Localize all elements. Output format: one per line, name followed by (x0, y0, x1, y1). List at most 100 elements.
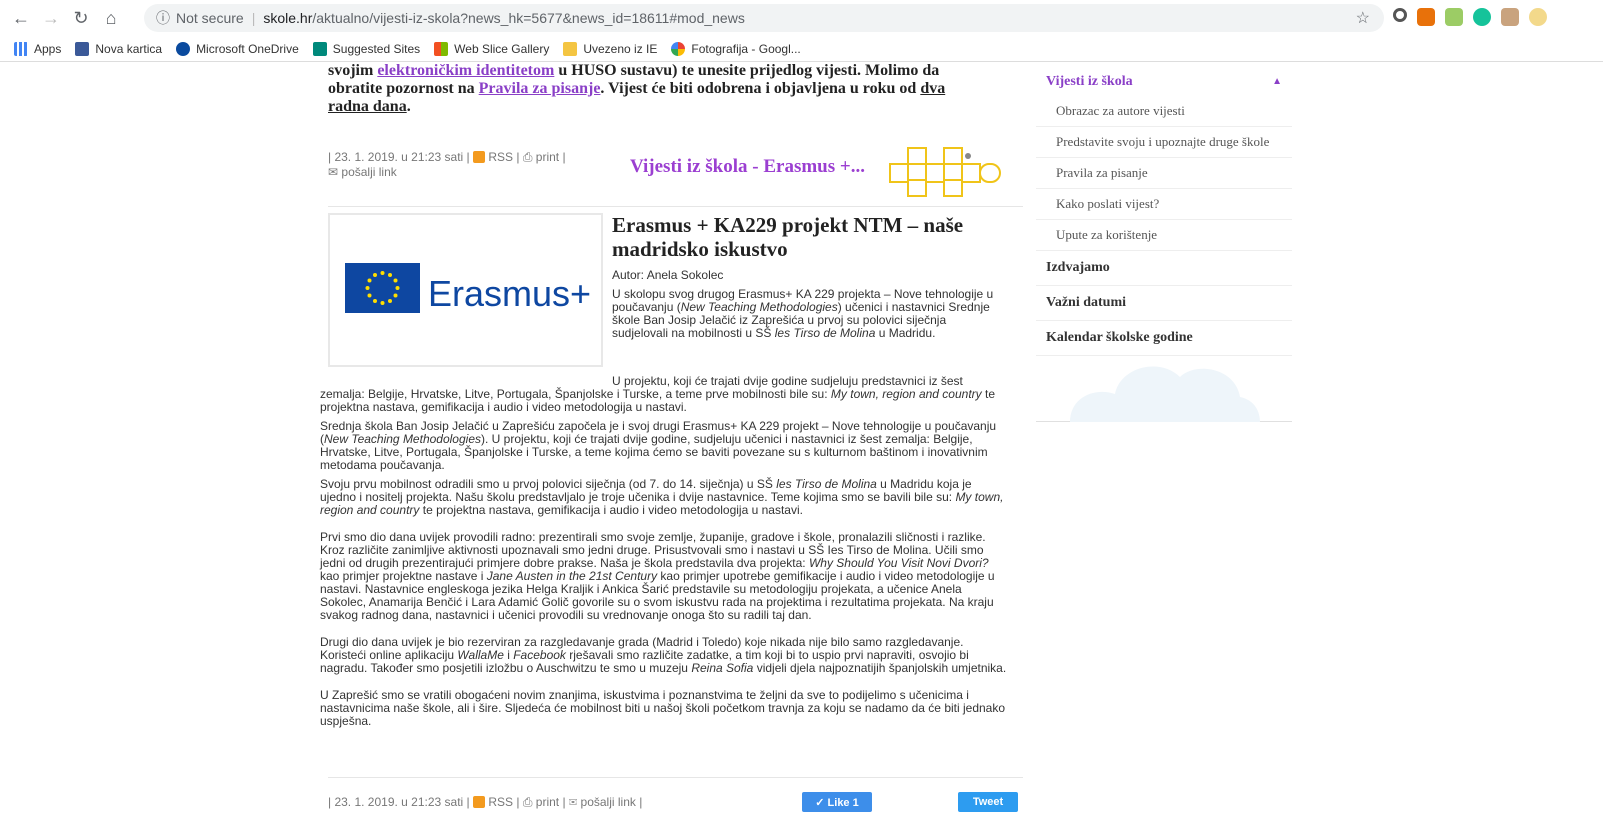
intro-text: . Vijest će biti odobrena i objavljena u… (600, 80, 921, 97)
extension-pdf-icon[interactable] (1501, 8, 1519, 26)
bookmark-star-icon[interactable]: ☆ (1356, 8, 1370, 28)
article-body: U projektu, koji će trajati dvije godine… (320, 375, 1008, 734)
print-link[interactable]: | ⎙ print | (516, 150, 565, 164)
bookmark-nova-kartica[interactable]: Nova kartica (75, 41, 162, 56)
tweet-button[interactable]: Tweet (958, 792, 1018, 812)
text: i (503, 648, 514, 662)
sidebar-item-izdvajamo[interactable]: Izdvajamo (1036, 251, 1292, 286)
extension-grammarly-icon[interactable] (1473, 8, 1491, 26)
bookmark-favicon-icon (75, 41, 90, 56)
extensions (1393, 8, 1547, 26)
rss-icon[interactable] (473, 796, 486, 808)
sidebar-item-kako-poslati[interactable]: Kako poslati vijest? (1036, 189, 1292, 220)
bookmarks-bar: Apps Nova kartica Microsoft OneDrive Sug… (0, 36, 1603, 62)
photos-pinwheel-icon (671, 41, 686, 56)
post-date: | 23. 1. 2019. u 21:23 sati | (328, 150, 470, 164)
text-italic: les Tirso de Molina (776, 477, 877, 491)
browser-toolbar: ← → ↻ ⌂ ⓘ Not secure | skole.hr /aktualn… (0, 0, 1603, 36)
text: vidjeli djela najpoznatijih španjolskih … (753, 661, 1007, 675)
sidebar-item-upute[interactable]: Upute za korištenje (1036, 220, 1292, 251)
back-arrow-icon[interactable]: ← (6, 3, 36, 33)
link-elektronicki-identitet[interactable]: elektroničkim identitetom (377, 62, 554, 79)
rss-icon[interactable] (473, 151, 486, 163)
text: U Zaprešić smo se vratili obogaćeni novi… (320, 688, 1006, 728)
intro-paragraph: svojim elektroničkim identitetom u HUSO … (328, 62, 988, 116)
paragraph: Prvi smo dio dana uvijek provodili radno… (320, 531, 1008, 622)
text-italic: Jane Austen in the 21st Century (486, 569, 658, 583)
rss-link[interactable]: RSS (488, 795, 513, 809)
extension-circle-icon[interactable] (1393, 8, 1407, 22)
intro-text: svojim (328, 62, 378, 79)
divider (328, 777, 1023, 778)
print-link[interactable]: | ⎙ print | (516, 795, 565, 809)
article-lead: U skolopu svog drugog Erasmus+ KA 229 pr… (612, 288, 1002, 340)
text-italic: New Teaching Methodologies (680, 300, 838, 314)
divider (328, 206, 1023, 207)
author-name: Anela Sokolec (646, 268, 724, 282)
sidebar-header-label: Vijesti iz škola (1046, 74, 1133, 89)
paragraph: U Zaprešić smo se vratili obogaćeni novi… (320, 689, 1008, 728)
hopscotch-icon (889, 147, 1001, 197)
link-pravila-za-pisanje[interactable]: Pravila za pisanje (479, 80, 601, 97)
send-link[interactable]: ✉ pošalji link (328, 165, 397, 179)
send-link[interactable]: ✉ pošalji link | (569, 795, 642, 809)
text-italic: Why Should You Visit Novi Dvori? (808, 556, 989, 570)
bing-icon (312, 41, 327, 56)
url-host: skole.hr (263, 10, 313, 26)
extension-orange-icon[interactable] (1417, 8, 1435, 26)
bookmark-label: Uvezeno iz IE (583, 41, 658, 56)
text-italic: My town, region and country (830, 387, 982, 401)
info-icon[interactable]: ⓘ (156, 8, 170, 28)
windows-logo-icon (434, 41, 449, 56)
text-italic: WallaMe (457, 648, 504, 662)
sidebar-item-vazni-datumi[interactable]: Važni datumi (1036, 286, 1292, 321)
author-label: Autor: (612, 268, 645, 282)
bookmark-label: Apps (34, 41, 62, 56)
bookmark-apps[interactable]: Apps (14, 41, 62, 56)
paragraph: U projektu, koji će trajati dvije godine… (320, 375, 1008, 414)
url-divider: | (251, 10, 256, 26)
text-italic: Reina Sofia (691, 661, 754, 675)
collapse-triangle-icon[interactable]: ▲ (1272, 76, 1282, 87)
text: kao primjer projektne nastave i (320, 569, 487, 583)
onedrive-cloud-icon (176, 41, 191, 56)
reload-icon[interactable]: ↻ (66, 3, 96, 33)
promo-title[interactable]: Vijesti iz škola - Erasmus +... (630, 156, 865, 178)
rss-link[interactable]: RSS (488, 150, 513, 164)
meta-row-bottom: | 23. 1. 2019. u 21:23 sati | RSS | ⎙ pr… (328, 795, 642, 810)
article-author: Autor: Anela Sokolec (612, 268, 723, 282)
bookmark-uvezeno[interactable]: Uvezeno iz IE (563, 41, 658, 56)
sidebar-section-vijesti[interactable]: Vijesti iz škola ▲ (1036, 62, 1292, 96)
article-thumbnail[interactable]: Erasmus+ (328, 213, 603, 367)
address-bar[interactable]: ⓘ Not secure | skole.hr /aktualno/vijest… (144, 4, 1384, 32)
text-italic: Facebook (513, 648, 566, 662)
sidebar-item-predstavite[interactable]: Predstavite svoju i upoznajte druge škol… (1036, 127, 1292, 158)
extension-green-icon[interactable] (1445, 8, 1463, 26)
text-italic: les Tirso de Molina (774, 326, 876, 340)
text: u Madridu. (875, 326, 936, 340)
profile-avatar-icon[interactable] (1529, 8, 1547, 26)
sidebar-item-obrazac[interactable]: Obrazac za autore vijesti (1036, 96, 1292, 127)
paragraph: Srednja škola Ban Josip Jelačić u Zapreš… (320, 420, 1008, 472)
facebook-like-button[interactable]: ✓ Like 1 (802, 792, 872, 812)
home-icon[interactable]: ⌂ (96, 3, 126, 33)
apps-grid-icon (14, 41, 28, 56)
folder-icon (563, 41, 578, 56)
bookmark-onedrive[interactable]: Microsoft OneDrive (176, 41, 299, 56)
bookmark-label: Microsoft OneDrive (196, 41, 299, 56)
bookmark-web-slice[interactable]: Web Slice Gallery (434, 41, 549, 56)
sidebar-item-pravila[interactable]: Pravila za pisanje (1036, 158, 1292, 189)
article-title[interactable]: Erasmus + KA229 projekt NTM – naše madri… (612, 213, 1012, 261)
sidebar: Vijesti iz škola ▲ Obrazac za autore vij… (1036, 62, 1292, 356)
text: te projektna nastava, gemifikacija i aud… (419, 503, 803, 517)
text: Svoju prvu mobilnost odradili smo u prvo… (320, 477, 777, 491)
erasmus-logo-text: Erasmus+ (428, 273, 592, 314)
forward-arrow-icon[interactable]: → (36, 3, 66, 33)
url-path: /aktualno/vijesti-iz-skola?news_hk=5677&… (312, 10, 745, 26)
security-label: Not secure (176, 10, 244, 26)
post-date: | 23. 1. 2019. u 21:23 sati | (328, 795, 470, 809)
bookmark-fotografija[interactable]: Fotografija - Googl... (671, 41, 801, 56)
sidebar-item-kalendar[interactable]: Kalendar školske godine (1036, 321, 1292, 356)
paragraph: Drugi dio dana uvijek je bio rezerviran … (320, 636, 1008, 675)
bookmark-suggested-sites[interactable]: Suggested Sites (312, 41, 420, 56)
